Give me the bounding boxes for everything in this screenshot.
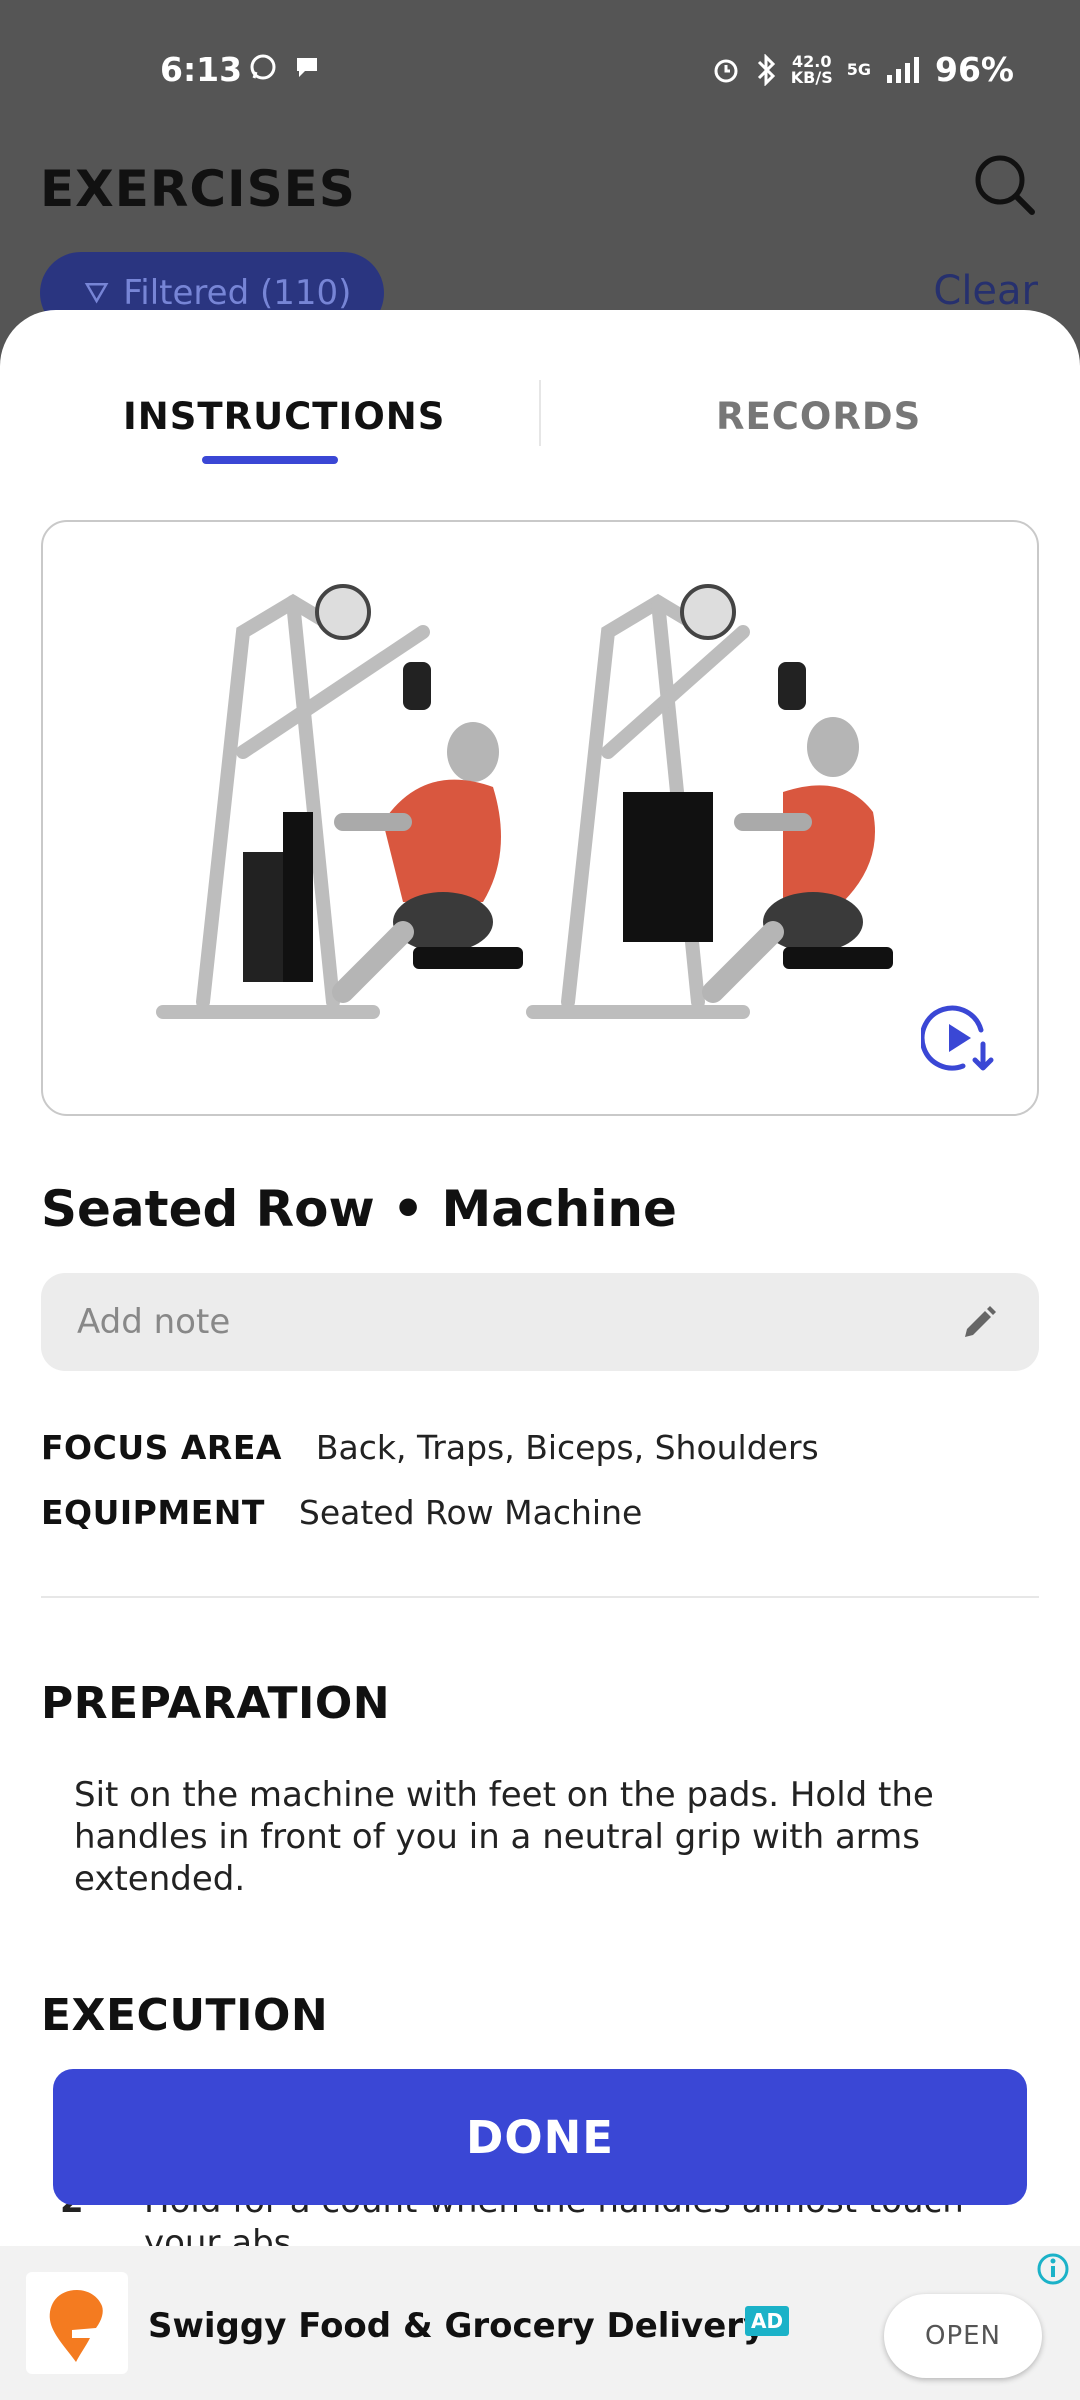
signal-icon (887, 56, 919, 83)
search-icon[interactable] (970, 150, 1040, 220)
tab-records[interactable]: RECORDS (716, 395, 921, 438)
status-time: 6:13 (160, 50, 243, 89)
seated-row-illustration (156, 584, 893, 1019)
note-field[interactable] (41, 1273, 1039, 1371)
net-speed: 42.0 KB/S (790, 53, 833, 87)
equipment-row: EQUIPMENT Seated Row Machine (41, 1493, 642, 1532)
section-divider (41, 1596, 1039, 1598)
exercise-sheet: INSTRUCTIONS RECORDS Seated Row • Machin… (0, 310, 1080, 2246)
ad-badge: AD (745, 2306, 790, 2336)
preparation-text: Sit on the machine with feet on the pads… (74, 1775, 934, 1899)
focus-area-label: FOCUS AREA (41, 1428, 282, 1467)
ad-title: Swiggy Food & Grocery Delivery (148, 2306, 766, 2346)
clear-button[interactable]: Clear (933, 268, 1038, 314)
pencil-icon[interactable] (959, 1303, 999, 1343)
play-download-icon[interactable] (921, 1000, 997, 1076)
ad-banner[interactable]: Swiggy Food & Grocery Delivery AD OPEN (0, 2246, 1080, 2400)
chat-bubble-icon (297, 58, 317, 77)
bluetooth-icon (757, 53, 775, 86)
exercise-illustration (41, 520, 1039, 1116)
net-speed-unit: KB/S (790, 67, 833, 87)
page-title: EXERCISES (40, 160, 356, 218)
whatsapp-icon (250, 54, 276, 80)
focus-area-value: Back, Traps, Biceps, Shoulders (315, 1428, 819, 1467)
active-tab-indicator (202, 456, 338, 464)
focus-area-row: FOCUS AREA Back, Traps, Biceps, Shoulder… (41, 1428, 819, 1467)
notification-icons (248, 52, 322, 82)
status-right: 42.0 KB/S 5G 96% (711, 50, 1014, 89)
done-button[interactable]: DONE (53, 2069, 1027, 2205)
info-icon[interactable] (1036, 2252, 1070, 2286)
equipment-label: EQUIPMENT (41, 1493, 265, 1532)
equipment-value: Seated Row Machine (298, 1493, 643, 1532)
filter-label: Filtered (110) (123, 273, 352, 313)
execution-heading: EXECUTION (41, 1990, 329, 2041)
status-bar: 6:13 42.0 KB/S 5G 96% (0, 0, 1080, 140)
filter-icon: ⛛ (84, 275, 110, 311)
exercise-title: Seated Row • Machine (41, 1180, 677, 1238)
ad-open-button[interactable]: OPEN (884, 2294, 1042, 2378)
tab-instructions[interactable]: INSTRUCTIONS (123, 395, 445, 438)
alarm-icon (714, 59, 738, 82)
tab-bar: INSTRUCTIONS RECORDS (0, 310, 1080, 480)
network-type: 5G (846, 60, 871, 79)
battery-level: 96% (935, 50, 1014, 89)
preparation-heading: PREPARATION (41, 1678, 391, 1729)
tab-divider (539, 380, 541, 446)
swiggy-logo (26, 2272, 128, 2374)
note-input[interactable] (75, 1301, 919, 1343)
